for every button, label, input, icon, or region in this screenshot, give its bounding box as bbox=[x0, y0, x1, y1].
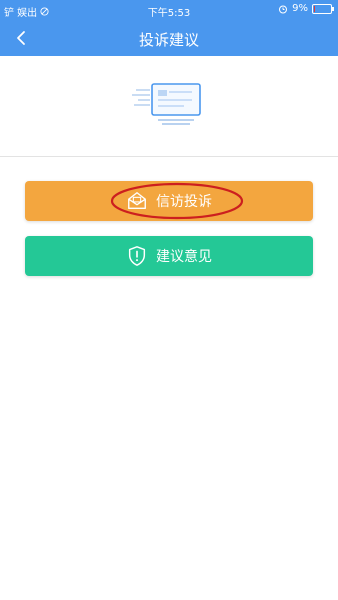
complaint-button[interactable]: 信访投诉 bbox=[25, 181, 313, 221]
complaint-label: 信访投诉 bbox=[156, 194, 212, 210]
document-lines-icon bbox=[132, 83, 201, 125]
alarm-icon bbox=[279, 5, 288, 13]
divider bbox=[0, 156, 338, 157]
suggestion-button[interactable]: 建议意见 bbox=[25, 236, 313, 276]
battery-percent: 9% bbox=[292, 3, 308, 14]
suggestion-label: 建议意见 bbox=[156, 249, 212, 265]
nav-bar: 投诉建议 bbox=[0, 20, 338, 56]
battery-fill bbox=[314, 5, 315, 12]
battery-icon bbox=[312, 3, 334, 14]
shield-alert-icon bbox=[128, 246, 146, 266]
status-right: 9% bbox=[278, 3, 334, 14]
page-title: 投诉建议 bbox=[138, 31, 199, 49]
envelope-icon bbox=[128, 192, 146, 210]
status-bar: 铲 娱出 下午5:53 9% bbox=[0, 0, 338, 20]
header-banner bbox=[0, 56, 338, 156]
